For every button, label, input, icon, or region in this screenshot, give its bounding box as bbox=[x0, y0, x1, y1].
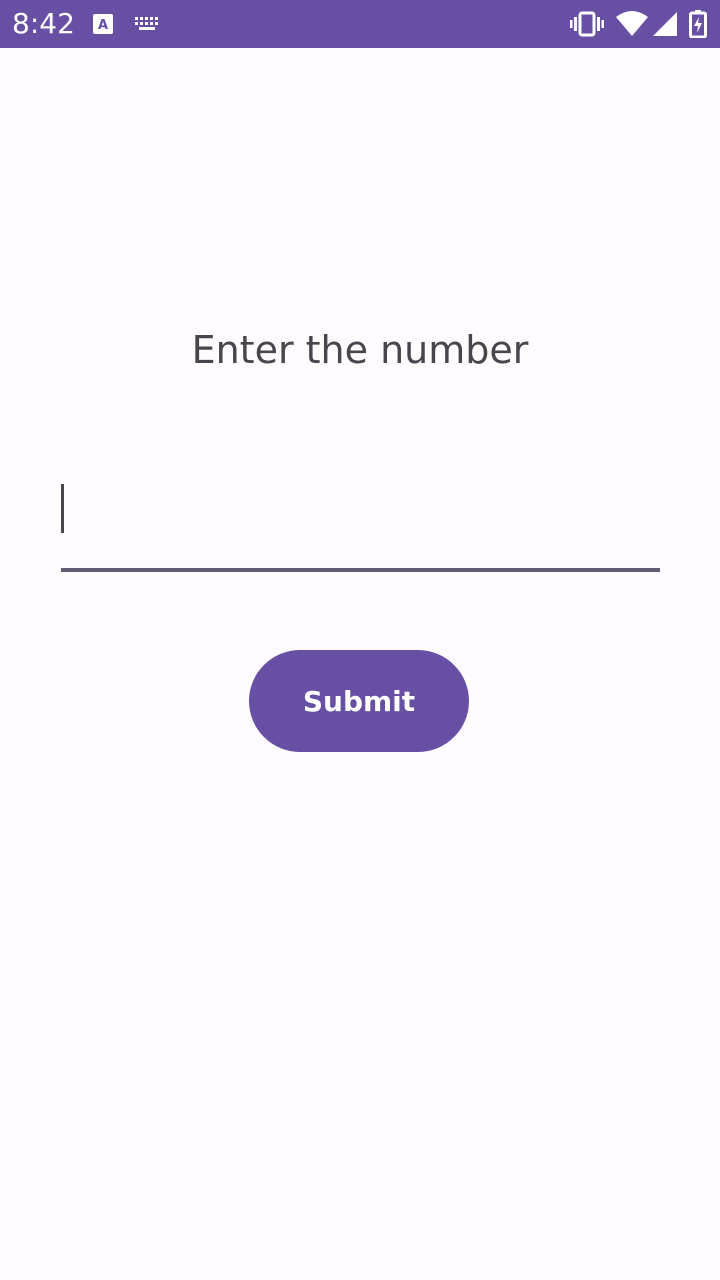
number-input-field[interactable] bbox=[61, 468, 660, 572]
input-underline bbox=[61, 568, 660, 572]
status-bar: 8:42 A bbox=[0, 0, 720, 48]
cell-signal-icon bbox=[652, 0, 678, 48]
number-input[interactable] bbox=[61, 468, 660, 568]
main-content: Enter the number Submit bbox=[0, 48, 720, 1280]
submit-button-label: Submit bbox=[302, 684, 416, 718]
text-cursor bbox=[61, 484, 64, 533]
vibrate-icon bbox=[570, 0, 604, 48]
svg-text:A: A bbox=[98, 18, 108, 33]
font-a-icon: A bbox=[92, 0, 114, 48]
wifi-icon bbox=[616, 0, 648, 48]
submit-button[interactable]: Submit bbox=[249, 650, 469, 752]
status-time: 8:42 bbox=[12, 7, 75, 40]
keyboard-icon bbox=[134, 0, 160, 48]
prompt-label: Enter the number bbox=[191, 328, 529, 372]
battery-charging-icon bbox=[688, 0, 708, 48]
